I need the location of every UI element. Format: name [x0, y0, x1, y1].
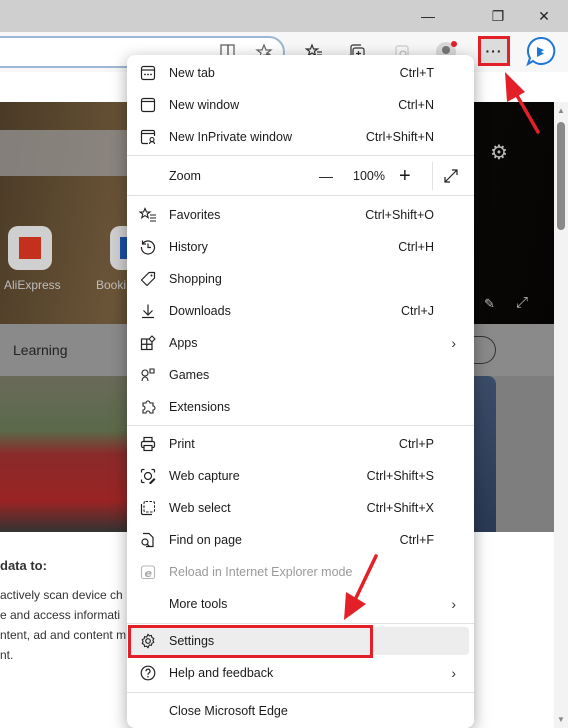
new-tab-icon [139, 64, 157, 82]
quick-link-label: AliExpress [4, 278, 61, 292]
menu-item-web-select[interactable]: Web select Ctrl+Shift+X [127, 492, 474, 524]
menu-separator [127, 692, 474, 693]
consent-line: ntent, ad and content m [0, 628, 127, 642]
menu-item-more-tools[interactable]: More tools › [127, 588, 474, 620]
zoom-in-button[interactable]: + [399, 165, 411, 188]
full-screen-icon [444, 169, 458, 183]
feed-tab-learning[interactable]: Learning [13, 342, 68, 358]
expand-icon[interactable]: ⤢ [516, 294, 528, 311]
page-scrollbar[interactable]: ▲ ▼ [554, 102, 568, 728]
menu-item-new-window[interactable]: New window Ctrl+N [127, 89, 474, 121]
extensions-icon [139, 398, 157, 416]
menu-separator [127, 623, 474, 624]
apps-icon [139, 334, 157, 352]
help-icon [139, 664, 157, 682]
ie-icon: e [139, 563, 157, 581]
chevron-right-icon: › [451, 596, 456, 612]
menu-item-new-inprivate-window[interactable]: New InPrivate window Ctrl+Shift+N [127, 121, 474, 153]
web-select-icon [139, 499, 157, 517]
close-window-button[interactable]: ✕ [524, 0, 564, 32]
download-icon [139, 302, 157, 320]
new-window-icon [139, 96, 157, 114]
menu-item-find-on-page[interactable]: Find on page Ctrl+F [127, 524, 474, 556]
web-capture-icon [139, 467, 157, 485]
scroll-down-arrow-icon[interactable]: ▼ [557, 715, 565, 724]
aliexpress-logo-icon [19, 237, 41, 259]
more-options-button[interactable]: ··· [478, 36, 510, 66]
minimize-button[interactable]: — [408, 0, 448, 32]
menu-item-downloads[interactable]: Downloads Ctrl+J [127, 295, 474, 327]
search-box[interactable] [0, 130, 140, 176]
games-icon [139, 366, 157, 384]
menu-item-history[interactable]: History Ctrl+H [127, 231, 474, 263]
menu-item-favorites[interactable]: Favorites Ctrl+Shift+O [127, 199, 474, 231]
title-bar: — ❐ ✕ [0, 0, 568, 32]
menu-item-extensions[interactable]: Extensions [127, 391, 474, 423]
scroll-up-arrow-icon[interactable]: ▲ [557, 106, 565, 115]
menu-separator [127, 195, 474, 196]
menu-item-print[interactable]: Print Ctrl+P [127, 428, 474, 460]
menu-item-reload-ie-mode: e Reload in Internet Explorer mode [127, 556, 474, 588]
zoom-divider [432, 162, 433, 190]
consent-line: actively scan device ch [0, 588, 123, 602]
chevron-right-icon: › [451, 335, 456, 351]
zoom-out-button[interactable]: — [319, 168, 333, 184]
menu-separator [127, 155, 474, 156]
menu-separator [127, 425, 474, 426]
menu-item-zoom: Zoom — 100% + [127, 160, 474, 192]
edit-background-icon[interactable]: ✎ [484, 296, 495, 312]
quick-link-aliexpress[interactable] [8, 226, 52, 270]
shopping-tag-icon [139, 270, 157, 288]
consent-line: e and access informati [0, 608, 121, 622]
chevron-right-icon: › [451, 665, 456, 681]
inprivate-icon [139, 128, 157, 146]
annotation-arrow-to-more-button [505, 72, 540, 134]
scrollbar-thumb[interactable] [557, 122, 565, 230]
menu-item-new-tab[interactable]: New tab Ctrl+T [127, 57, 474, 89]
quick-link-label: Booki [96, 278, 127, 292]
restore-button[interactable]: ❐ [478, 0, 518, 32]
annotation-arrow-to-settings [344, 554, 378, 620]
check-button[interactable] [474, 336, 496, 364]
print-icon [139, 435, 157, 453]
zoom-level: 100% [353, 169, 385, 183]
zoom-label: Zoom [169, 169, 201, 183]
bing-copilot-icon[interactable] [524, 34, 558, 68]
car-image[interactable] [0, 376, 140, 532]
menu-item-help-and-feedback[interactable]: Help and feedback › [127, 657, 474, 689]
consent-heading: data to: [0, 558, 47, 573]
menu-item-close-edge[interactable]: Close Microsoft Edge [127, 695, 474, 727]
svg-text:e: e [145, 567, 153, 580]
consent-line: nt. [0, 648, 14, 662]
menu-item-games[interactable]: Games [127, 359, 474, 391]
page-settings-gear-icon[interactable]: ⚙ [490, 140, 508, 165]
full-screen-button[interactable] [443, 168, 459, 184]
find-icon [139, 531, 157, 549]
history-icon [139, 238, 157, 256]
menu-item-apps[interactable]: Apps › [127, 327, 474, 359]
menu-item-shopping[interactable]: Shopping [127, 263, 474, 295]
menu-item-web-capture[interactable]: Web capture Ctrl+Shift+S [127, 460, 474, 492]
favorites-icon [139, 206, 157, 224]
